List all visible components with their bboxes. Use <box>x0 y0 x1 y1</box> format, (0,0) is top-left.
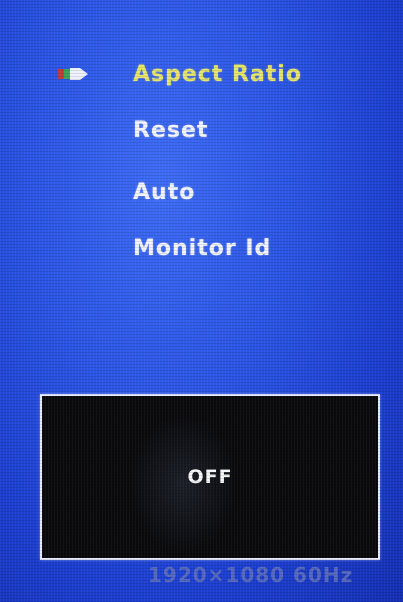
menu-item-auto[interactable]: Auto <box>133 180 195 205</box>
osd-screen: Aspect Ratio Reset Auto Monitor Id OFF 1… <box>0 0 403 602</box>
menu-item-reset[interactable]: Reset <box>133 118 208 143</box>
menu-item-monitor-id[interactable]: Monitor Id <box>133 236 271 261</box>
arrow-pointer-icon <box>58 68 88 80</box>
osd-menu: Aspect Ratio Reset Auto Monitor Id <box>0 0 403 380</box>
menu-item-aspect-ratio[interactable]: Aspect Ratio <box>133 62 302 87</box>
resolution-readout: 1920×1080 60Hz <box>148 563 354 587</box>
value-panel[interactable]: OFF <box>40 394 380 560</box>
setting-value: OFF <box>187 466 233 488</box>
